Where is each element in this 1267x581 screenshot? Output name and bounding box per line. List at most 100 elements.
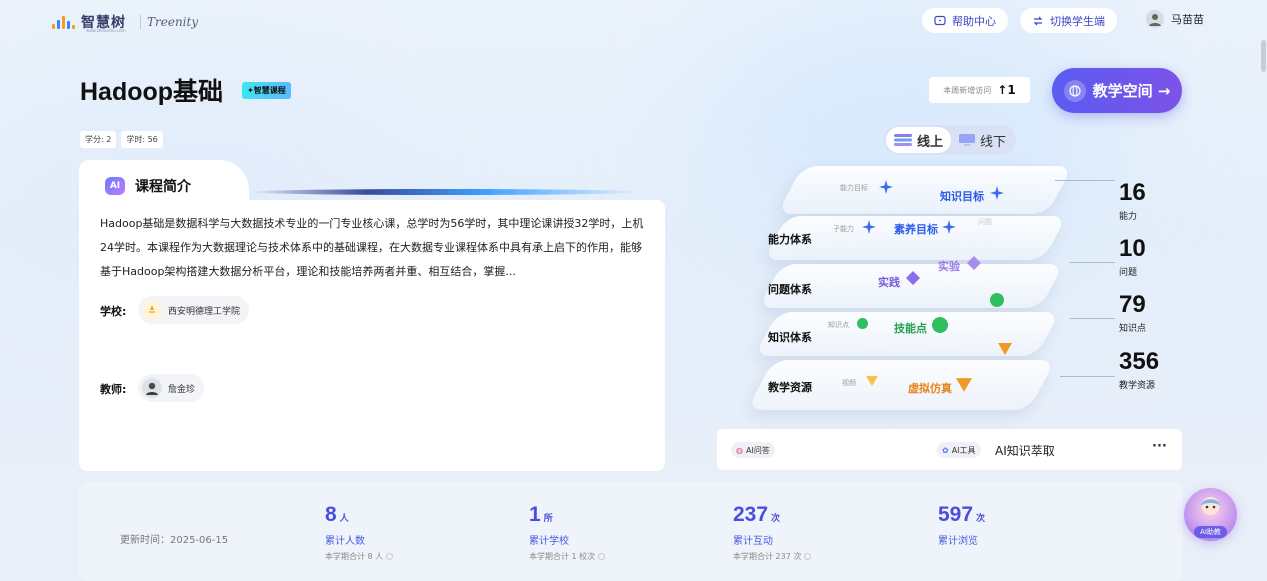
system-resource: 教学资源	[768, 381, 812, 394]
teacher-label: 教师:	[100, 383, 127, 396]
help-center-label: 帮助中心	[952, 14, 996, 28]
user-name: 马苗苗	[1171, 13, 1204, 26]
teaching-space-button[interactable]: 教学空间 →	[1052, 68, 1182, 113]
ai-assistant-label: AI助教	[1194, 526, 1227, 538]
stat-knowledge-label: 知识点	[1119, 324, 1147, 334]
stat-views-label: 累计浏览	[938, 536, 978, 547]
system-ability: 能力体系	[768, 233, 812, 246]
info-icon[interactable]	[804, 553, 812, 560]
user-menu[interactable]: 马苗苗	[1146, 10, 1204, 28]
node-experiment: 实验	[938, 260, 960, 273]
intro-title: 课程简介	[135, 179, 191, 195]
node-skill-point: 技能点	[894, 322, 927, 335]
partner-logo: Treenity	[140, 15, 198, 29]
stat-school-sub: 本学期合计 1 校次	[529, 551, 606, 562]
connector-line	[1055, 180, 1115, 181]
stat-people-label: 累计人数	[325, 536, 365, 547]
node-literacy-goal: 素养目标	[894, 223, 938, 236]
ai-icon: AI	[105, 177, 125, 195]
orange-triangle-icon	[998, 343, 1012, 355]
update-time: 更新时间：2025-06-15	[120, 535, 229, 546]
decorative-streak	[250, 189, 640, 195]
green-dot-icon	[932, 317, 948, 333]
ai-tool-chip[interactable]: ✿ AI工具	[937, 442, 981, 458]
course-title: Hadoop基础	[80, 78, 224, 106]
visits-label: 本周新增访问	[943, 85, 992, 95]
monitor-icon	[959, 134, 975, 146]
ai-qa-chip[interactable]: ◍ AI问答	[731, 442, 775, 458]
course-description: Hadoop基础是数据科学与大数据技术专业的一门专业核心课，总学时为56学时，其…	[100, 217, 644, 278]
yellow-triangle-icon	[866, 375, 878, 387]
connector-line	[1060, 376, 1115, 377]
node-ability-goal: 能力目标	[840, 184, 868, 192]
ai-qa-icon: ◍	[736, 445, 743, 455]
switch-student-button[interactable]: 切换学生端	[1020, 8, 1117, 33]
orange-triangle-icon	[956, 378, 972, 392]
avatar	[1146, 10, 1164, 28]
scrollbar[interactable]	[1261, 40, 1266, 72]
help-center-button[interactable]: 帮助中心	[922, 8, 1008, 33]
tab-offline[interactable]: 线下	[951, 127, 1014, 153]
mode-toggle[interactable]: 线上 线下	[884, 125, 1016, 155]
info-icon[interactable]	[386, 553, 394, 560]
stat-ability-label: 能力	[1119, 212, 1138, 222]
stat-people-value: 8人	[325, 503, 349, 526]
sparkle-icon	[990, 186, 1004, 200]
node-knowledge-goal: 知识目标	[940, 190, 984, 203]
offline-label: 线下	[980, 134, 1007, 150]
help-icon	[934, 15, 946, 25]
online-icon	[894, 134, 912, 146]
green-dot-icon	[857, 318, 868, 329]
node-sub-ability: 子能力	[833, 225, 854, 233]
school-name: 西安明德理工学院	[168, 306, 241, 317]
assistant-avatar-icon	[1201, 497, 1220, 515]
stat-resource-value: 356	[1119, 348, 1160, 375]
stat-interaction-value: 237 次	[733, 503, 781, 526]
system-knowledge: 知识体系	[768, 331, 812, 344]
school-pill[interactable]: 西安明德理工学院	[138, 296, 250, 324]
sparkle-icon	[862, 220, 876, 234]
visits-value: 1	[1007, 83, 1016, 97]
switch-student-label: 切换学生端	[1050, 14, 1105, 28]
more-icon[interactable]: ···	[1152, 439, 1167, 454]
info-icon[interactable]	[598, 553, 606, 560]
stat-problem-label: 问题	[1119, 268, 1138, 278]
weekly-visits: 本周新增访问 ↑1	[929, 77, 1030, 103]
stat-school-value: 1所	[529, 503, 553, 526]
ai-assistant-button[interactable]: AI助教	[1184, 488, 1237, 541]
stat-school-label: 累计学校	[529, 536, 569, 547]
system-problem: 问题体系	[768, 283, 812, 296]
site-logo[interactable]: 智慧树 www.zhihuishu.com Treenity	[52, 12, 198, 33]
node-video: 视频	[842, 379, 856, 387]
stat-resource-label: 教学资源	[1119, 381, 1156, 391]
school-logo-icon	[142, 300, 162, 320]
ai-tool-icon: ✿	[942, 445, 949, 455]
stat-interaction-label: 累计互动	[733, 536, 773, 547]
stat-problem-value: 10	[1119, 235, 1146, 262]
green-dot-icon	[990, 293, 1004, 307]
intro-heading: AI 课程简介	[105, 176, 191, 196]
teacher-avatar	[142, 378, 162, 398]
ai-qa-label: AI问答	[745, 445, 770, 455]
online-label: 线上	[917, 134, 944, 150]
teacher-name: 詹金珍	[168, 384, 196, 395]
layer-ability	[777, 166, 1073, 214]
credits-chip: 学分: 2	[80, 131, 117, 148]
ai-tool-label: AI工具	[951, 445, 976, 455]
stat-views-value: 597 次	[938, 503, 986, 526]
tab-online[interactable]: 线上	[886, 127, 951, 153]
sparkle-icon	[879, 180, 893, 194]
connector-line	[1070, 318, 1115, 319]
stat-ability-value: 16	[1119, 179, 1146, 206]
globe-icon	[1063, 79, 1086, 102]
hours-chip: 学时: 56	[121, 131, 163, 148]
stat-interaction-sub: 本学期合计 237 次	[733, 551, 812, 562]
school-label: 学校:	[100, 305, 127, 318]
stat-people-sub: 本学期合计 8 人	[325, 551, 394, 562]
teacher-pill[interactable]: 詹金珍	[138, 374, 205, 402]
node-virtual-sim: 虚拟仿真	[908, 382, 952, 395]
ai-tool-text[interactable]: AI知识萃取	[995, 442, 1055, 459]
diamond-icon	[906, 271, 920, 285]
stats-panel	[79, 482, 1183, 581]
logo-bars-icon	[52, 15, 75, 29]
